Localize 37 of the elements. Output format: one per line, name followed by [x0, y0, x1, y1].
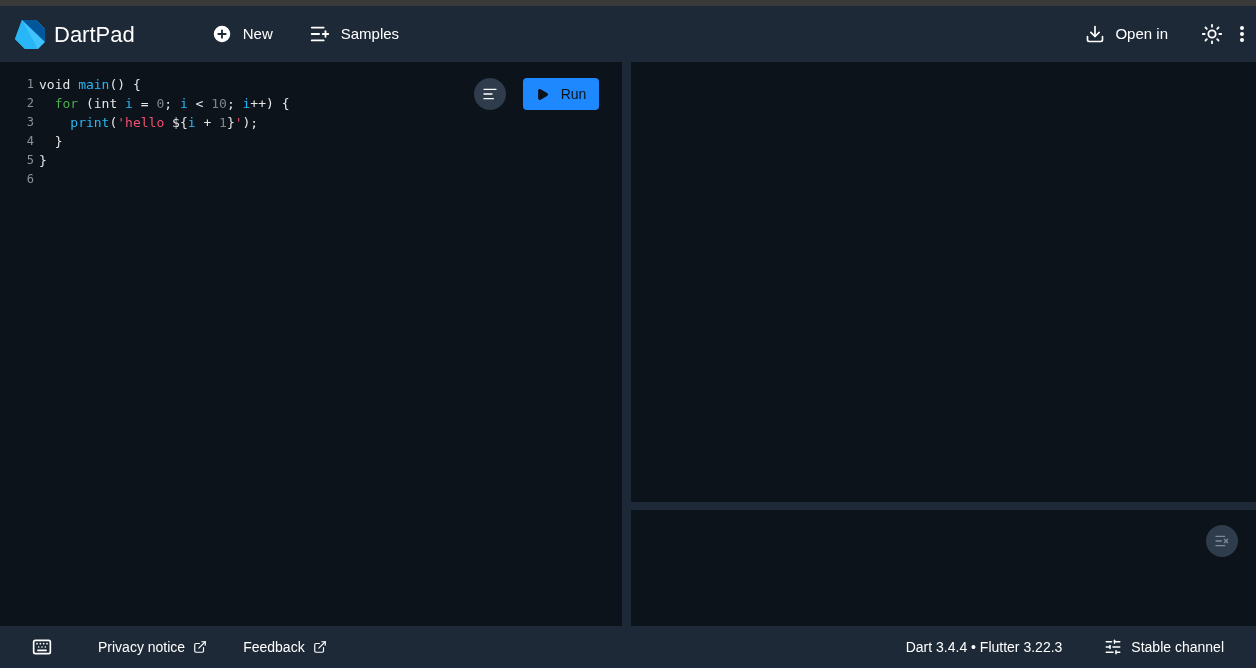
run-button[interactable]: Run	[523, 78, 599, 110]
line-number: 6	[25, 171, 34, 188]
play-icon	[535, 87, 549, 101]
dart-logo-icon	[14, 18, 46, 50]
footer-link[interactable]: Privacy notice	[98, 636, 208, 658]
brightness-icon	[1201, 23, 1223, 45]
samples-button[interactable]: Samples	[308, 22, 400, 46]
footer-link[interactable]: Feedback	[243, 636, 327, 658]
more-icon	[1240, 26, 1244, 42]
version-text: Dart 3.4.4 • Flutter 3.22.3	[905, 637, 1063, 657]
keyboard-icon	[32, 637, 52, 657]
app-title: DartPad	[54, 20, 135, 49]
code-line: for (int i = 0; i < 10; i++) {	[53, 95, 290, 113]
external-link-icon	[312, 640, 327, 654]
channel-button[interactable]: Stable channel	[1104, 636, 1224, 658]
open-in-button[interactable]: Open in	[1085, 22, 1168, 46]
line-number: 4	[25, 133, 34, 150]
keyboard-shortcuts-button[interactable]	[32, 637, 52, 657]
code-line: void main() {	[39, 76, 141, 94]
line-number: 2	[25, 95, 34, 112]
code-line: }	[39, 152, 47, 170]
add-icon	[210, 23, 233, 45]
download-icon	[1085, 24, 1106, 44]
external-link-icon	[193, 640, 208, 654]
new-button[interactable]: New	[210, 22, 273, 46]
line-number: 5	[25, 152, 34, 169]
format-icon	[482, 86, 498, 102]
line-number: 3	[25, 114, 34, 131]
code-line: }	[53, 133, 63, 151]
format-button[interactable]	[474, 78, 506, 110]
theme-toggle-button[interactable]	[1200, 22, 1224, 46]
more-menu-button[interactable]	[1240, 26, 1244, 42]
sliders-icon	[1104, 638, 1123, 656]
line-number: 1	[25, 76, 34, 93]
clear-list-icon	[1214, 533, 1230, 549]
clear-console-button[interactable]	[1206, 525, 1238, 557]
code-line: print('hello ${i + 1}');	[69, 114, 259, 132]
